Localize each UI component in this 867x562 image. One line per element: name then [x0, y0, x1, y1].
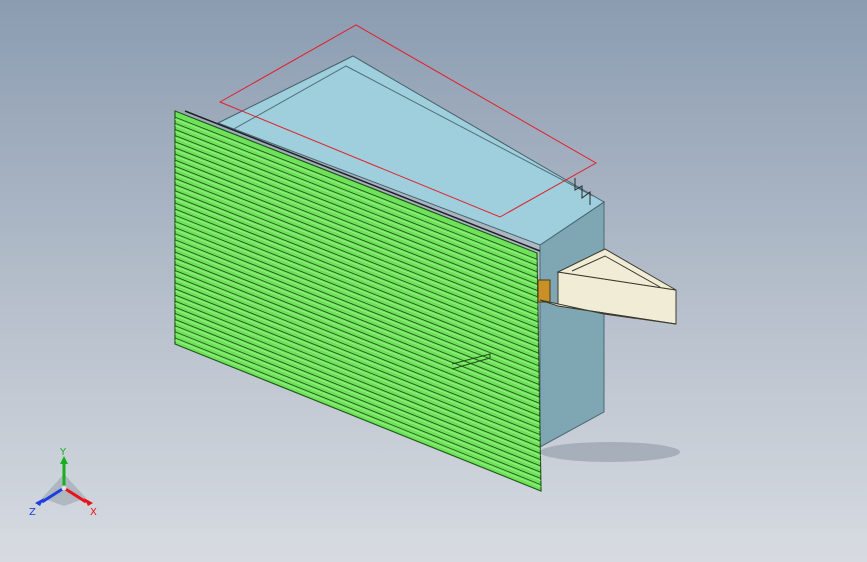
coordinate-triad[interactable]: Y X Z	[29, 447, 97, 518]
connector-part[interactable]	[537, 279, 551, 303]
model-canvas[interactable]: Y X Z	[0, 0, 867, 562]
triad-y-label: Y	[59, 447, 67, 458]
model-shadow	[540, 442, 680, 462]
triad-origin	[61, 485, 67, 491]
3d-viewport[interactable]: Y X Z	[0, 0, 867, 562]
triad-z-label: Z	[29, 507, 36, 518]
triad-x-label: X	[90, 507, 97, 518]
